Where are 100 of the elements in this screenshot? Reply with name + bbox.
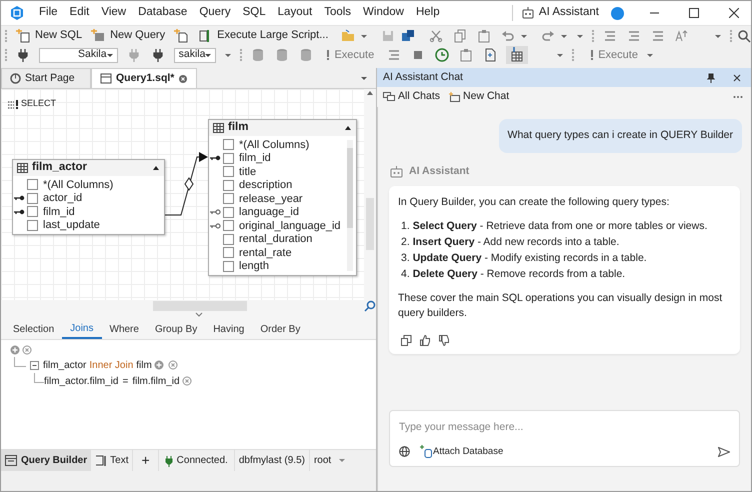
- scrollbar-thumb[interactable]: [153, 301, 247, 311]
- menu-item[interactable]: Query: [193, 4, 237, 22]
- query-tab[interactable]: Selection: [5, 320, 62, 339]
- table-card[interactable]: film *(All Columns) film_id title description release_year language_id original_language_id rental_duration rental_rate length: [208, 119, 357, 276]
- database-dropdown[interactable]: sakila: [174, 48, 216, 62]
- execute-button[interactable]: Execute: [322, 46, 378, 64]
- menu-item[interactable]: File: [33, 4, 64, 22]
- connection-status: Connected.: [176, 454, 228, 468]
- all-chats-button[interactable]: All Chats: [383, 89, 440, 105]
- condition-field[interactable]: film.film_id: [132, 374, 180, 388]
- paste-icon[interactable]: [476, 28, 492, 44]
- document-tab[interactable]: Query1.sql*: [91, 68, 198, 88]
- scrollbar-thumb[interactable]: [347, 148, 353, 228]
- copy-icon[interactable]: [452, 28, 468, 44]
- foreign-key-icon: [210, 222, 221, 229]
- join-type[interactable]: Inner Join: [89, 358, 134, 372]
- column-checkbox[interactable]: [223, 247, 234, 258]
- user-avatar[interactable]: [611, 6, 624, 20]
- query-tab[interactable]: Having: [205, 320, 252, 339]
- column-name: *(All Columns): [239, 138, 310, 152]
- thumbs-down-icon: [439, 334, 450, 346]
- maximize-icon: [689, 8, 699, 18]
- column-name: original_language_id: [239, 218, 341, 234]
- attach-database-button[interactable]: Attach Database: [420, 444, 504, 459]
- column-checkbox[interactable]: [27, 220, 38, 231]
- vertical-scrollbar[interactable]: [364, 89, 376, 300]
- connection-dropdown[interactable]: Sakila: [39, 48, 118, 62]
- query-tab[interactable]: Order By: [252, 320, 308, 339]
- edit-icon[interactable]: [458, 47, 474, 63]
- add-view-button[interactable]: +: [132, 450, 159, 471]
- column-name: last_update: [43, 218, 100, 233]
- menu-item[interactable]: Window: [357, 4, 410, 22]
- tab-list-caret-icon: [360, 74, 368, 82]
- column-checkbox[interactable]: [223, 180, 234, 191]
- view-tab[interactable]: Query Builder: [1, 450, 92, 471]
- column-checkbox[interactable]: [223, 234, 234, 245]
- new-file-icon[interactable]: [173, 28, 190, 44]
- column-checkbox[interactable]: [223, 166, 234, 178]
- join-table[interactable]: film_actor: [43, 358, 86, 372]
- table-card[interactable]: film_actor *(All Columns) actor_id film_id last_update: [12, 159, 165, 235]
- dropdown-caret-icon: [339, 459, 346, 462]
- column-checkbox[interactable]: [223, 220, 234, 232]
- globe-icon: [399, 446, 410, 458]
- column-checkbox[interactable]: [27, 206, 38, 218]
- condition-operator[interactable]: =: [122, 374, 128, 388]
- menu-item[interactable]: Tools: [318, 4, 358, 22]
- condition-field[interactable]: film_actor.film_id: [44, 374, 118, 388]
- column-checkbox[interactable]: [223, 139, 234, 150]
- menu-item[interactable]: SQL: [236, 4, 272, 22]
- column-checkbox[interactable]: [27, 192, 38, 204]
- scrollbar-thumb[interactable]: [366, 198, 374, 250]
- remove-icon: [22, 345, 32, 355]
- scroll-up-icon[interactable]: [367, 91, 373, 95]
- close-tab-icon: [178, 74, 188, 84]
- execute-large-script-button[interactable]: Execute Large Script...: [193, 26, 332, 44]
- join-table[interactable]: film: [136, 358, 152, 372]
- new-query-button[interactable]: New Query: [86, 26, 170, 44]
- pin-icon: [707, 72, 715, 82]
- column-name: film_id: [239, 151, 271, 166]
- menu-item[interactable]: View: [95, 4, 132, 22]
- foreign-key-icon: [210, 209, 221, 216]
- message-text: In Query Builder, you can create the following query types:: [398, 194, 670, 210]
- column-name: description: [239, 178, 292, 193]
- query-tab[interactable]: Group By: [146, 320, 206, 339]
- panel-title: AI Assistant Chat: [383, 70, 463, 85]
- robot-icon: [390, 166, 403, 178]
- assistant-name: AI Assistant: [409, 164, 470, 179]
- menu-item[interactable]: Database: [132, 4, 194, 22]
- view-tab[interactable]: Text: [91, 450, 132, 471]
- search-icon[interactable]: [736, 28, 752, 44]
- collapse-node-icon: [30, 360, 39, 370]
- close-icon: [729, 8, 739, 18]
- primary-key-icon: [210, 155, 221, 162]
- remove-condition-icon: [182, 376, 192, 386]
- dropdown-caret-icon: [205, 54, 212, 56]
- collapse-icon: [344, 125, 352, 131]
- ai-assistant-label[interactable]: AI Assistant: [538, 4, 599, 22]
- column-checkbox[interactable]: [27, 179, 38, 190]
- splitter-caret-icon: [194, 312, 202, 318]
- message-input-field[interactable]: Type your message here... Attach Database: [389, 410, 740, 467]
- execute-button[interactable]: Execute: [586, 46, 642, 64]
- grid-icon[interactable]: [506, 46, 528, 64]
- save-all-icon[interactable]: [400, 28, 416, 44]
- column-checkbox[interactable]: [223, 193, 234, 204]
- column-checkbox[interactable]: [223, 152, 234, 164]
- zoom-icon: [364, 300, 376, 312]
- user-dropdown[interactable]: root: [310, 450, 350, 471]
- copy-icon: [401, 334, 412, 346]
- new-chat-button[interactable]: New Chat: [448, 89, 510, 105]
- scrollbar[interactable]: [347, 140, 353, 271]
- menu-item[interactable]: Layout: [272, 4, 318, 22]
- document-tab[interactable]: Start Page: [1, 68, 91, 88]
- history-icon[interactable]: [434, 47, 450, 63]
- server-label: dbfmylast (9.5): [234, 450, 310, 471]
- menu-item[interactable]: Edit: [64, 4, 96, 22]
- query-tab[interactable]: Where: [102, 320, 147, 339]
- new-sql-button[interactable]: New SQL: [11, 26, 86, 44]
- column-checkbox[interactable]: [223, 260, 234, 272]
- column-checkbox[interactable]: [223, 206, 234, 218]
- menu-item[interactable]: Help: [410, 4, 446, 22]
